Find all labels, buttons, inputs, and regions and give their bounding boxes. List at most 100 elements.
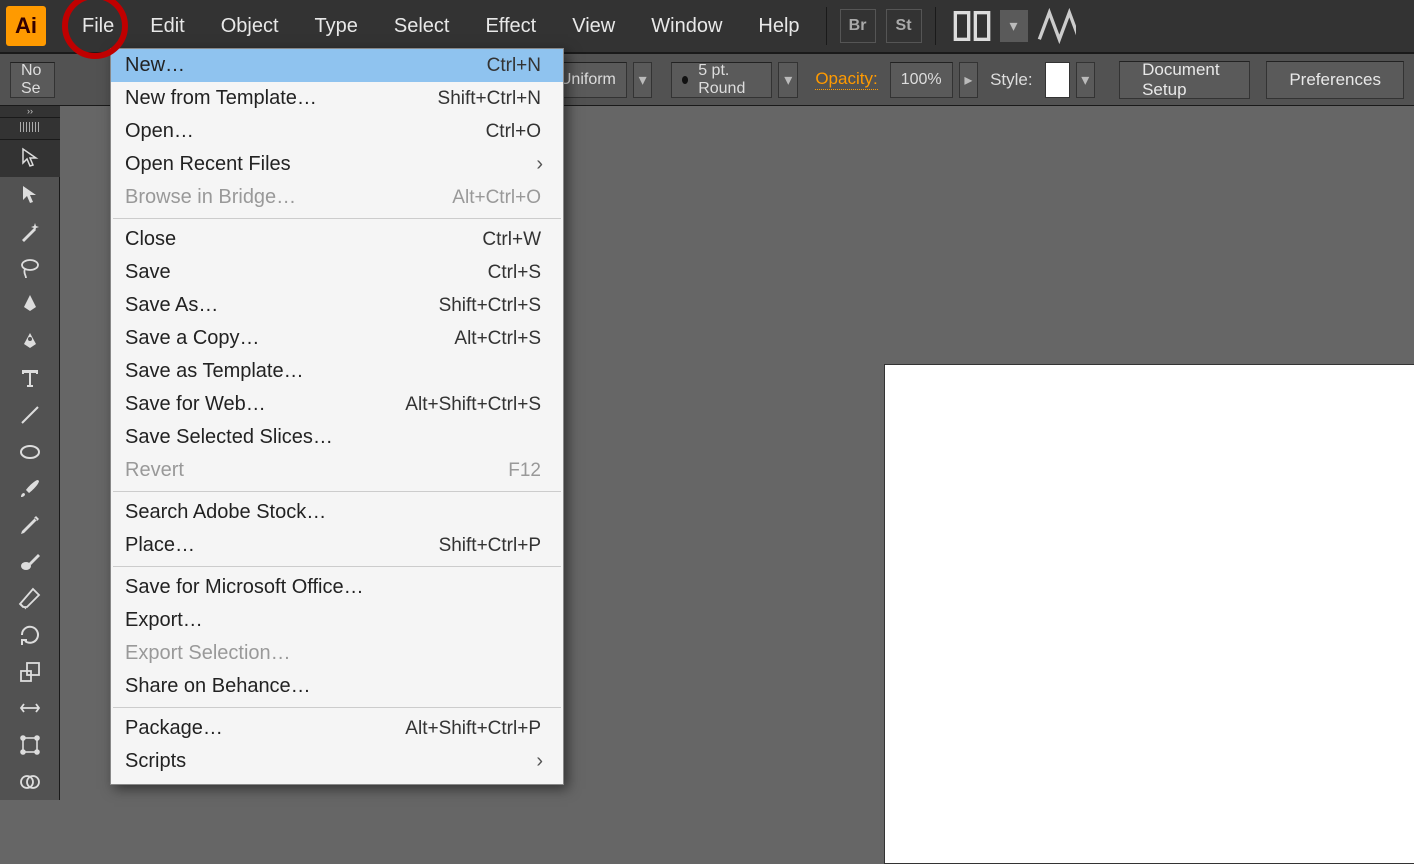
style-label: Style:: [990, 70, 1033, 90]
lasso-tool[interactable]: [0, 250, 60, 287]
stroke-profile-dropdown[interactable]: ▾: [633, 62, 652, 98]
menu-item-shortcut: Alt+Ctrl+O: [452, 187, 541, 209]
paintbrush-tool[interactable]: [0, 470, 60, 507]
menu-item-label: Save for Web…: [125, 393, 266, 416]
menu-item-label: Save for Microsoft Office…: [125, 576, 364, 599]
menu-item-label: Search Adobe Stock…: [125, 501, 326, 524]
menu-item-search-adobe-stock[interactable]: Search Adobe Stock…: [111, 496, 563, 529]
toolbox: [0, 140, 60, 800]
preferences-button[interactable]: Preferences: [1266, 61, 1404, 99]
rectangle-tool[interactable]: [0, 433, 60, 470]
menu-item-open-recent-files[interactable]: Open Recent Files: [111, 148, 563, 181]
menu-object[interactable]: Object: [203, 5, 297, 48]
selection-tool[interactable]: [0, 140, 60, 177]
menu-item-shortcut: Shift+Ctrl+N: [438, 88, 541, 110]
menu-item-label: Place…: [125, 534, 195, 557]
menu-item-label: Save Selected Slices…: [125, 426, 333, 449]
menu-window[interactable]: Window: [633, 5, 740, 48]
menu-item-new-from-template[interactable]: New from Template…Shift+Ctrl+N: [111, 82, 563, 115]
menu-item-save-a-copy[interactable]: Save a Copy… Alt+Ctrl+S: [111, 322, 563, 355]
menu-item-label: Revert: [125, 459, 184, 482]
menu-view[interactable]: View: [554, 5, 633, 48]
menu-item-shortcut: Ctrl+N: [487, 55, 541, 77]
toolbox-drag-handle[interactable]: [0, 118, 60, 140]
separator: [826, 7, 827, 45]
menu-item-shortcut: Shift+Ctrl+S: [439, 295, 541, 317]
opacity-dropdown[interactable]: ▸: [959, 62, 978, 98]
brush-dropdown[interactable]: ▾: [778, 62, 797, 98]
brush-definition[interactable]: 5 pt. Round: [671, 62, 772, 98]
menu-item-shortcut: Alt+Shift+Ctrl+P: [405, 718, 541, 740]
menu-item-place[interactable]: Place… Shift+Ctrl+P: [111, 529, 563, 562]
menu-item-scripts[interactable]: Scripts: [111, 745, 563, 778]
menu-item-shortcut: Ctrl+O: [486, 121, 541, 143]
bridge-button[interactable]: Br: [840, 9, 876, 43]
menu-help[interactable]: Help: [740, 5, 817, 48]
menu-item-save-as[interactable]: Save As… Shift+Ctrl+S: [111, 289, 563, 322]
menu-separator: [113, 566, 561, 567]
style-dropdown[interactable]: ▾: [1076, 62, 1095, 98]
menu-effect[interactable]: Effect: [467, 5, 554, 48]
blob-brush-tool[interactable]: [0, 543, 60, 580]
menu-item-save[interactable]: SaveCtrl+S: [111, 256, 563, 289]
pen-tool[interactable]: [0, 287, 60, 324]
menu-item-open[interactable]: Open… Ctrl+O: [111, 115, 563, 148]
menubar: Ai File Edit Object Type Select Effect V…: [0, 0, 1414, 53]
menu-item-label: New…: [125, 54, 185, 77]
type-tool[interactable]: [0, 360, 60, 397]
menu-item-shortcut: Alt+Ctrl+S: [454, 328, 541, 350]
menu-item-label: Package…: [125, 717, 223, 740]
menu-separator: [113, 707, 561, 708]
menu-file[interactable]: File: [64, 5, 132, 48]
menu-item-close[interactable]: Close Ctrl+W: [111, 223, 563, 256]
menu-separator: [113, 491, 561, 492]
menu-item-label: Close: [125, 228, 176, 251]
line-segment-tool[interactable]: [0, 397, 60, 434]
scale-tool[interactable]: [0, 653, 60, 690]
gpu-preview-icon[interactable]: [1036, 8, 1076, 44]
menu-item-export[interactable]: Export…: [111, 604, 563, 637]
graphic-style-swatch[interactable]: [1045, 62, 1070, 98]
opacity-label: Opacity:: [815, 69, 877, 90]
free-transform-tool[interactable]: [0, 727, 60, 764]
pencil-tool[interactable]: [0, 507, 60, 544]
shape-builder-tool[interactable]: [0, 763, 60, 800]
expand-panel-icon[interactable]: ››: [0, 106, 60, 118]
arrange-documents-icon[interactable]: [952, 8, 992, 44]
menu-item-label: Export…: [125, 609, 203, 632]
menu-item-revert: RevertF12: [111, 454, 563, 487]
menu-item-label: Save As…: [125, 294, 218, 317]
menu-item-save-for-microsoft-office[interactable]: Save for Microsoft Office…: [111, 571, 563, 604]
menu-item-label: Save a Copy…: [125, 327, 260, 350]
menu-edit[interactable]: Edit: [132, 5, 202, 48]
magic-wand-tool[interactable]: [0, 213, 60, 250]
menu-type[interactable]: Type: [297, 5, 376, 48]
rotate-tool[interactable]: [0, 617, 60, 654]
menu-item-label: Open…: [125, 120, 194, 143]
stroke-profile[interactable]: Uniform: [557, 62, 627, 98]
brush-label: 5 pt. Round: [698, 62, 761, 98]
width-tool[interactable]: [0, 690, 60, 727]
opacity-input[interactable]: 100%: [890, 62, 953, 98]
menu-item-shortcut: Ctrl+W: [482, 229, 541, 251]
file-menu-dropdown: New… Ctrl+N New from Template…Shift+Ctrl+N…: [110, 48, 564, 785]
stock-button[interactable]: St: [886, 9, 922, 43]
menu-item-label: Browse in Bridge…: [125, 186, 296, 209]
arrange-dropdown[interactable]: ▾: [1000, 10, 1028, 42]
document-setup-button[interactable]: Document Setup: [1119, 61, 1250, 99]
artboard[interactable]: [884, 364, 1414, 864]
menu-select[interactable]: Select: [376, 5, 468, 48]
direct-selection-tool[interactable]: [0, 177, 60, 214]
menu-item-label: Open Recent Files: [125, 153, 291, 176]
brush-dot-icon: [682, 76, 688, 84]
menu-item-label: Save: [125, 261, 171, 284]
menu-item-save-as-template[interactable]: Save as Template…: [111, 355, 563, 388]
menu-item-shortcut: Shift+Ctrl+P: [439, 535, 541, 557]
menu-item-save-selected-slices[interactable]: Save Selected Slices…: [111, 421, 563, 454]
menu-item-save-for-web[interactable]: Save for Web…Alt+Shift+Ctrl+S: [111, 388, 563, 421]
curvature-tool[interactable]: [0, 323, 60, 360]
eraser-tool[interactable]: [0, 580, 60, 617]
menu-item-new[interactable]: New… Ctrl+N: [111, 49, 563, 82]
menu-item-share-on-behance[interactable]: Share on Behance…: [111, 670, 563, 703]
menu-item-package[interactable]: Package… Alt+Shift+Ctrl+P: [111, 712, 563, 745]
